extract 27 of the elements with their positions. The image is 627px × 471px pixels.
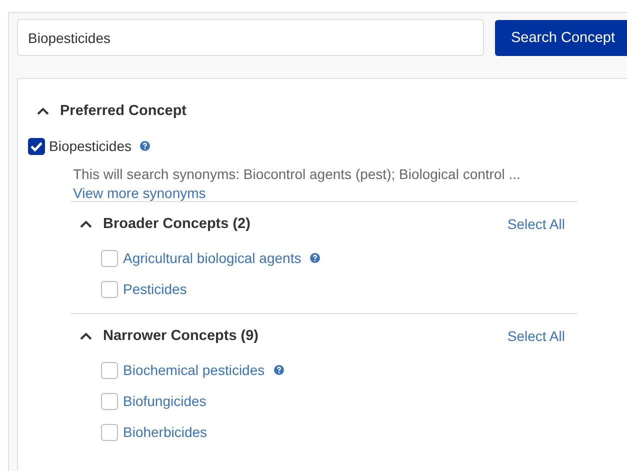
concept-link[interactable]: Bioherbicides xyxy=(123,424,208,440)
concept-link[interactable]: Pesticides xyxy=(123,281,187,297)
checkbox[interactable] xyxy=(101,280,118,298)
checkbox[interactable] xyxy=(28,138,45,154)
concept-link[interactable]: Biofungicides xyxy=(123,393,206,409)
section-title: Narrower Concepts (9) xyxy=(103,328,259,344)
concept-link[interactable]: Biochemical pesticides xyxy=(123,362,265,378)
view-more-synonyms-link[interactable]: View more synonyms xyxy=(73,185,206,201)
section-title: Preferred Concept xyxy=(60,103,187,119)
checkbox[interactable] xyxy=(101,362,118,378)
search-concept-button[interactable]: Search Concept xyxy=(495,20,627,56)
help-icon[interactable] xyxy=(274,365,284,375)
concept-label: Biopesticides xyxy=(49,138,132,154)
checkbox[interactable] xyxy=(101,424,118,440)
synonyms-text: This will search synonyms: Biocontrol agents (pest); Biological control ... xyxy=(73,166,522,182)
help-icon[interactable] xyxy=(140,141,150,151)
checkbox[interactable] xyxy=(101,392,118,410)
help-icon[interactable] xyxy=(310,253,320,263)
concept-link[interactable]: Agricultural biological agents xyxy=(123,250,302,266)
search-field[interactable]: Biopesticides xyxy=(17,19,484,56)
chevron-icon[interactable] xyxy=(79,331,93,341)
chevron-icon[interactable] xyxy=(36,106,50,116)
checkbox[interactable] xyxy=(101,250,118,266)
select-all-link[interactable]: Select All xyxy=(507,216,565,232)
chevron-icon[interactable] xyxy=(79,219,93,229)
section-title: Broader Concepts (2) xyxy=(103,216,250,232)
select-all-link[interactable]: Select All xyxy=(507,328,565,344)
